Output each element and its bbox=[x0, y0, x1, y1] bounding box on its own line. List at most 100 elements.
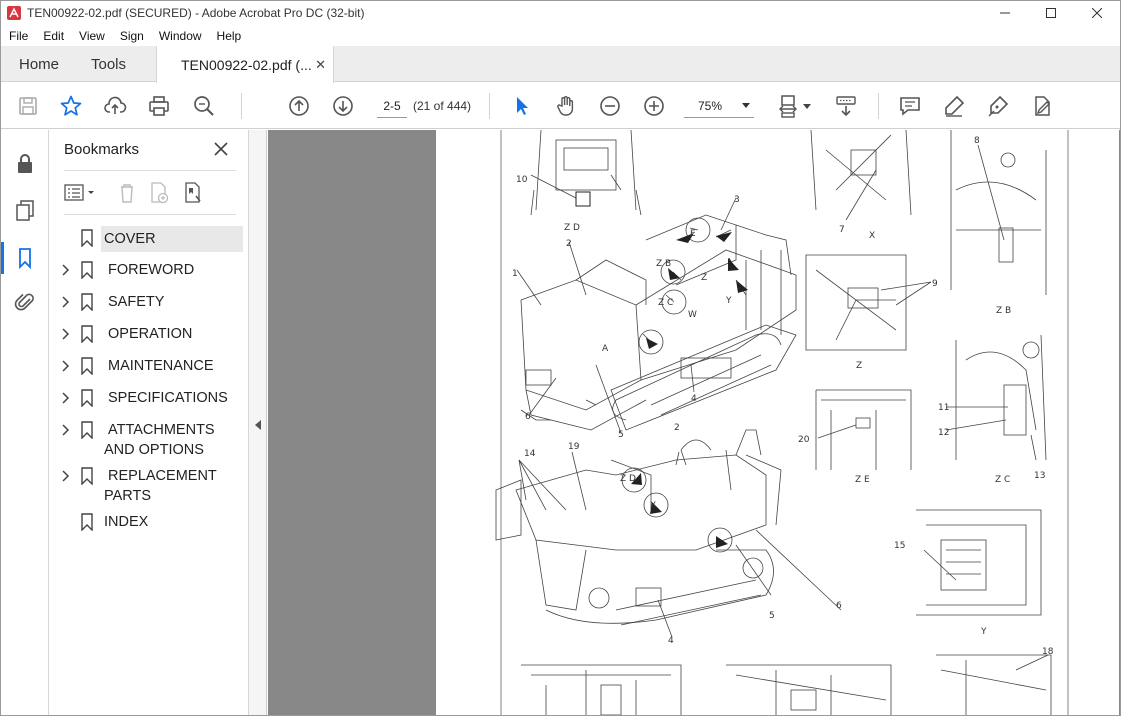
drawing-label-x-circle: X bbox=[650, 501, 656, 511]
tab-tools[interactable]: Tools bbox=[91, 46, 126, 82]
bookmark-maintenance[interactable]: MAINTENANCE bbox=[50, 354, 249, 380]
page-thumbnails-icon[interactable] bbox=[13, 198, 37, 222]
drawing-label-7: 7 bbox=[839, 225, 845, 235]
drawing-label-12: 12 bbox=[938, 428, 949, 438]
zoom-select[interactable]: 75% bbox=[684, 94, 754, 118]
print-button[interactable] bbox=[147, 94, 171, 118]
menu-file[interactable]: File bbox=[1, 29, 35, 43]
bookmark-icon bbox=[81, 357, 93, 375]
page-fit-button[interactable] bbox=[777, 94, 801, 118]
comment-button[interactable] bbox=[898, 94, 922, 118]
navigation-rail bbox=[1, 130, 49, 715]
arrow-up-circle-icon bbox=[289, 96, 309, 116]
bookmark-panel-icon[interactable] bbox=[13, 246, 37, 270]
drawing-label-y: Y bbox=[980, 627, 987, 637]
minimize-button[interactable] bbox=[982, 1, 1028, 25]
bookmarks-panel: Bookmarks COVER FOREWORD SAFETY OPERATIO… bbox=[50, 130, 249, 715]
fill-sign-button[interactable] bbox=[1030, 94, 1054, 118]
bookmark-attachments-and-options[interactable]: ATTACHMENTS AND OPTIONS bbox=[50, 418, 249, 462]
tab-document[interactable]: TEN00922-02.pdf (... ✕ bbox=[156, 46, 334, 83]
chevron-right-icon[interactable] bbox=[61, 469, 71, 483]
bookmark-label: FOREWORD bbox=[108, 262, 195, 278]
panel-collapse-handle[interactable] bbox=[249, 130, 267, 715]
chevron-right-icon[interactable] bbox=[61, 391, 71, 405]
hand-tool-button[interactable] bbox=[554, 94, 578, 118]
close-window-button[interactable] bbox=[1074, 1, 1120, 25]
drawing-label-z-circle: Z bbox=[701, 273, 707, 283]
bookmark-icon bbox=[81, 293, 93, 311]
page-number-input[interactable]: 2-5 bbox=[377, 94, 407, 118]
options-menu-icon[interactable] bbox=[62, 180, 98, 206]
bookmark-icon bbox=[81, 467, 93, 485]
bookmark-label-line1: REPLACEMENT bbox=[108, 468, 217, 484]
tab-home[interactable]: Home bbox=[19, 46, 59, 82]
drawing-label-y-circle: Y bbox=[725, 296, 732, 306]
menu-edit[interactable]: Edit bbox=[35, 29, 71, 43]
menu-help[interactable]: Help bbox=[209, 29, 249, 43]
chevron-right-icon[interactable] bbox=[61, 423, 71, 437]
keyboard-scroll-icon bbox=[836, 96, 856, 117]
next-page-button[interactable] bbox=[331, 94, 355, 118]
drawing-label-10: 10 bbox=[516, 175, 528, 185]
edit-document-icon bbox=[1035, 96, 1050, 116]
drawing-label-e: E bbox=[690, 229, 696, 239]
collapse-left-icon bbox=[255, 420, 261, 430]
divider bbox=[64, 214, 236, 215]
highlight-button[interactable] bbox=[942, 94, 966, 118]
upload-cloud-button[interactable] bbox=[103, 94, 127, 118]
scroll-mode-button[interactable] bbox=[834, 94, 858, 118]
zoom-value: 75% bbox=[698, 98, 723, 113]
bookmark-safety[interactable]: SAFETY bbox=[50, 290, 249, 316]
tab-document-label: TEN00922-02.pdf (... bbox=[181, 56, 312, 73]
drawing-label-15: 15 bbox=[894, 541, 905, 551]
chevron-down-icon bbox=[742, 103, 750, 108]
draw-button[interactable] bbox=[986, 94, 1010, 118]
chevron-right-icon[interactable] bbox=[61, 295, 71, 309]
bookmark-operation[interactable]: OPERATION bbox=[50, 322, 249, 348]
bookmark-label: MAINTENANCE bbox=[108, 358, 214, 374]
chevron-right-icon[interactable] bbox=[61, 327, 71, 341]
toolbar-divider bbox=[241, 93, 242, 119]
previous-page-button[interactable] bbox=[287, 94, 311, 118]
bookmark-search-icon[interactable] bbox=[180, 180, 206, 206]
bookmark-icon bbox=[81, 261, 93, 279]
save-button[interactable] bbox=[16, 94, 40, 118]
printer-icon bbox=[149, 96, 169, 116]
acrobat-logo-icon bbox=[7, 6, 21, 20]
delete-bookmark-icon[interactable] bbox=[114, 180, 140, 206]
bookmark-star-button[interactable] bbox=[59, 94, 83, 118]
bookmark-index[interactable]: INDEX bbox=[50, 510, 249, 536]
menu-window[interactable]: Window bbox=[151, 29, 209, 43]
bookmark-foreword[interactable]: FOREWORD bbox=[50, 258, 249, 284]
zoom-in-button[interactable] bbox=[642, 94, 666, 118]
select-tool-button[interactable] bbox=[510, 94, 534, 118]
new-bookmark-icon[interactable] bbox=[146, 180, 172, 206]
bookmark-replacement-parts[interactable]: REPLACEMENT PARTS bbox=[50, 464, 249, 508]
bookmark-icon bbox=[81, 389, 93, 407]
hand-icon bbox=[557, 96, 574, 116]
bookmark-cover[interactable]: COVER bbox=[50, 226, 249, 252]
bookmark-specifications[interactable]: SPECIFICATIONS bbox=[50, 386, 249, 412]
zoom-out-button[interactable] bbox=[598, 94, 622, 118]
find-button[interactable] bbox=[192, 94, 216, 118]
comment-icon bbox=[900, 97, 920, 116]
document-viewer[interactable]: Z D 10 X 7 Z B 8 Z 9 1 2 3 6 5 4 A Z B Z bbox=[268, 130, 1120, 715]
close-tab-icon[interactable]: ✕ bbox=[315, 57, 326, 73]
drawing-label-zb: Z B bbox=[996, 306, 1011, 316]
chevron-right-icon[interactable] bbox=[61, 263, 71, 277]
menu-view[interactable]: View bbox=[71, 29, 112, 43]
window-controls bbox=[982, 1, 1120, 25]
bookmark-label-line2: AND OPTIONS bbox=[104, 442, 204, 458]
drawing-label-zd: Z D bbox=[564, 223, 580, 233]
paperclip-icon[interactable] bbox=[13, 290, 37, 314]
drawing-label-19: 19 bbox=[568, 442, 580, 452]
chevron-down-icon[interactable] bbox=[803, 104, 811, 109]
close-panel-icon[interactable] bbox=[211, 139, 231, 159]
chevron-right-icon[interactable] bbox=[61, 359, 71, 373]
menu-sign[interactable]: Sign bbox=[112, 29, 151, 43]
active-indicator bbox=[1, 242, 4, 274]
drawing-label-zb-circle: Z B bbox=[656, 259, 671, 269]
maximize-button[interactable] bbox=[1028, 1, 1074, 25]
lock-icon[interactable] bbox=[13, 152, 37, 176]
window-title: TEN00922-02.pdf (SECURED) - Adobe Acroba… bbox=[27, 6, 365, 20]
